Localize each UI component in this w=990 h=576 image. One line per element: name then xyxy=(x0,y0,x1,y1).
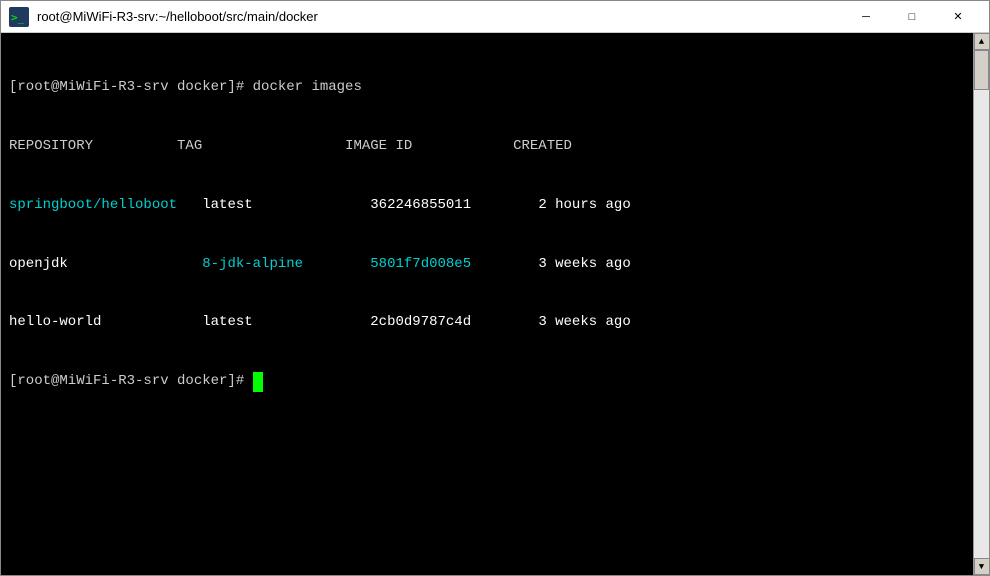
svg-text:>_: >_ xyxy=(11,11,25,24)
header-repo: REPOSITORY xyxy=(9,137,177,157)
window-controls: ─ □ ✕ xyxy=(843,1,981,33)
header-id: IMAGE ID xyxy=(345,137,513,157)
created-1: 2 hours ago xyxy=(538,196,630,216)
close-button[interactable]: ✕ xyxy=(935,1,981,33)
new-prompt-line: [root@MiWiFi-R3-srv docker]# xyxy=(9,372,965,392)
scrollbar-thumb[interactable] xyxy=(974,50,989,90)
repo-2: openjdk xyxy=(9,255,177,275)
tag-2: 8-jdk-alpine xyxy=(202,255,370,275)
terminal-content[interactable]: [root@MiWiFi-R3-srv docker]# docker imag… xyxy=(1,33,973,575)
terminal-window: >_ root@MiWiFi-R3-srv:~/helloboot/src/ma… xyxy=(0,0,990,576)
created-3: 3 weeks ago xyxy=(538,313,630,333)
app-icon: >_ xyxy=(9,7,29,27)
header-created: CREATED xyxy=(513,137,572,157)
header-tag: TAG xyxy=(177,137,345,157)
tag-3: latest xyxy=(202,313,370,333)
titlebar: >_ root@MiWiFi-R3-srv:~/helloboot/src/ma… xyxy=(1,1,989,33)
tag-1: latest xyxy=(202,196,370,216)
table-row: hello-world latest 2cb0d9787c4d 3 weeks … xyxy=(9,313,965,333)
scrollbar[interactable]: ▲ ▼ xyxy=(973,33,989,575)
scroll-up-button[interactable]: ▲ xyxy=(974,33,990,50)
id-2: 5801f7d008e5 xyxy=(370,255,538,275)
repo-1: springboot/helloboot xyxy=(9,196,177,216)
header-line: REPOSITORY TAG IMAGE ID CREATED xyxy=(9,137,965,157)
table-row: openjdk 8-jdk-alpine 5801f7d008e5 3 week… xyxy=(9,255,965,275)
id-3: 2cb0d9787c4d xyxy=(370,313,538,333)
scrollbar-track[interactable] xyxy=(974,50,989,558)
created-2: 3 weeks ago xyxy=(538,255,630,275)
new-prompt: [root@MiWiFi-R3-srv docker]# xyxy=(9,372,253,392)
prompt-text: [root@MiWiFi-R3-srv docker]# xyxy=(9,78,253,98)
id-1: 362246855011 xyxy=(370,196,538,216)
command-line: [root@MiWiFi-R3-srv docker]# docker imag… xyxy=(9,78,965,98)
scroll-down-button[interactable]: ▼ xyxy=(974,558,990,575)
maximize-button[interactable]: □ xyxy=(889,1,935,33)
window-title: root@MiWiFi-R3-srv:~/helloboot/src/main/… xyxy=(37,9,843,24)
cursor xyxy=(253,372,263,392)
table-row: springboot/helloboot latest 362246855011… xyxy=(9,196,965,216)
minimize-button[interactable]: ─ xyxy=(843,1,889,33)
repo-3: hello-world xyxy=(9,313,177,333)
terminal-wrapper: [root@MiWiFi-R3-srv docker]# docker imag… xyxy=(1,33,989,575)
command-text: docker images xyxy=(253,78,362,98)
